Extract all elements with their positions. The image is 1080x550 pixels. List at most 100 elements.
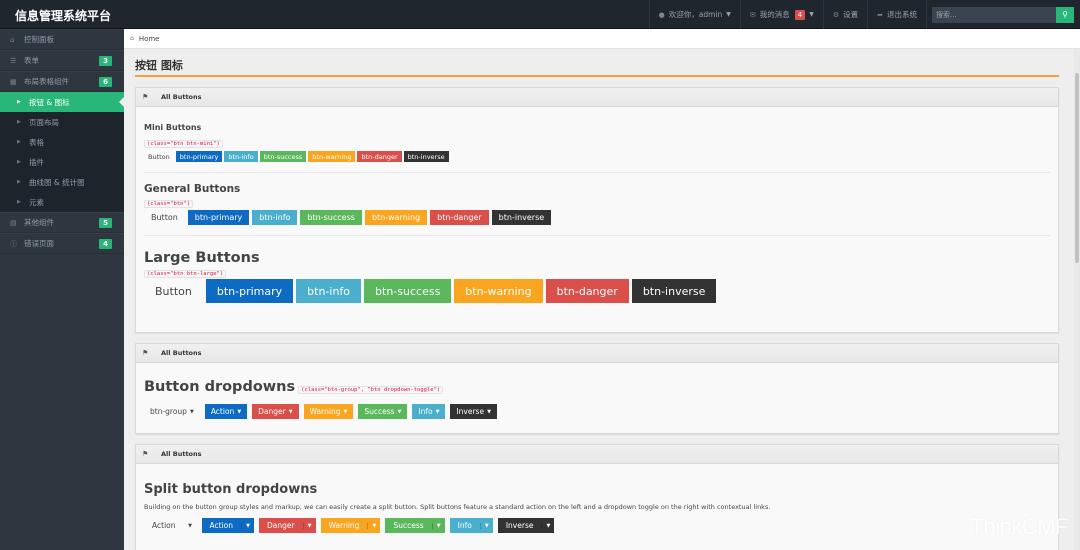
submenu-item-charts[interactable]: ▶ 曲线图 & 统计图 <box>0 172 124 192</box>
watermark-logo: ThinkCMF <box>970 514 1069 539</box>
general-default-button[interactable]: Button <box>144 210 185 225</box>
mini-info-button[interactable]: btn-info <box>224 151 258 162</box>
info-icon: ⓘ <box>10 239 17 248</box>
caret-down-icon: ▼ <box>435 408 440 415</box>
submenu-item-plugins[interactable]: ▶ 插件 <box>0 152 124 172</box>
chevron-right-icon: ▶ <box>17 119 21 125</box>
btn-group-dropdown[interactable]: btn-group ▼ <box>144 404 200 419</box>
count-badge: 3 <box>99 56 112 66</box>
sidebar-item-layout-table[interactable]: ▦ 布局表格组件 6 <box>0 71 124 92</box>
settings-link[interactable]: ⚙ 设置 <box>822 0 867 29</box>
scrollbar-thumb[interactable] <box>1075 73 1079 263</box>
split-inverse-button: Inverse ▼ <box>497 518 555 533</box>
large-info-button[interactable]: btn-info <box>296 279 362 303</box>
chevron-right-icon: ▶ <box>17 179 21 185</box>
sidebar-item-other-components[interactable]: ▤ 其他组件 5 <box>0 212 124 233</box>
home-icon: ⌂ <box>10 35 15 44</box>
general-success-button[interactable]: btn-success <box>300 210 362 225</box>
caret-down-icon: ▼ <box>237 408 242 415</box>
scrollbar[interactable] <box>1074 49 1080 550</box>
sidebar-item-dashboard[interactable]: ⌂ 控制面板 <box>0 29 124 50</box>
mini-danger-button[interactable]: btn-danger <box>357 151 402 162</box>
mini-success-button[interactable]: btn-success <box>259 151 307 162</box>
split-action[interactable]: Warning <box>321 521 368 530</box>
caret-down-icon[interactable]: ▼ <box>184 518 197 533</box>
mini-warning-button[interactable]: btn-warning <box>308 151 356 162</box>
split-warning-button: Warning ▼ <box>320 518 381 533</box>
general-buttons-row: Button btn-primary btn-info btn-success … <box>144 210 1050 225</box>
large-danger-button[interactable]: btn-danger <box>545 279 629 303</box>
caret-down-icon[interactable]: ▼ <box>367 522 380 529</box>
general-inverse-button[interactable]: btn-inverse <box>491 210 552 225</box>
sidebar-item-forms[interactable]: ☰ 表单 3 <box>0 50 124 71</box>
search-input[interactable] <box>932 6 1056 23</box>
split-action[interactable]: Action <box>202 521 242 530</box>
count-badge: 6 <box>99 77 112 87</box>
caret-down-icon[interactable]: ▼ <box>241 522 254 529</box>
dropdown-label: Success <box>364 407 395 416</box>
large-success-button[interactable]: btn-success <box>364 279 452 303</box>
split-dropdowns-description: Building on the button group styles and … <box>144 503 771 511</box>
sidebar-item-label: 其他组件 <box>24 218 54 227</box>
submenu-item-tables[interactable]: ▶ 表格 <box>0 132 124 152</box>
large-default-button[interactable]: Button <box>144 279 203 303</box>
split-action[interactable]: Inverse <box>498 521 542 530</box>
dropdown-label: Warning <box>309 407 341 416</box>
button-dropdowns-title: Button dropdowns <box>144 379 296 395</box>
action-dropdown[interactable]: Action ▼ <box>204 404 248 419</box>
bookmark-icon: ⚑ <box>142 450 149 458</box>
caret-down-icon[interactable]: ▼ <box>302 522 316 529</box>
sidebar-item-label: 错误页面 <box>24 239 54 248</box>
split-dropdowns-title: Split button dropdowns <box>144 482 318 497</box>
general-info-button[interactable]: btn-info <box>252 210 298 225</box>
logout-link[interactable]: ➦ 退出系统 <box>867 0 926 29</box>
submenu-item-elements[interactable]: ▶ 元素 <box>0 192 124 212</box>
large-inverse-button[interactable]: btn-inverse <box>631 279 717 303</box>
submenu-item-page-layout[interactable]: ▶ 页面布局 <box>0 112 124 132</box>
box-header: ⚑ All Buttons <box>136 88 1058 107</box>
brand-title[interactable]: 信息管理系统平台 <box>15 7 111 24</box>
dropdown-label: btn-group <box>150 407 187 416</box>
general-primary-button[interactable]: btn-primary <box>187 210 250 225</box>
dropdown-buttons-row: btn-group ▼ Action ▼ Danger ▼ Warning ▼ Succ… <box>144 404 1050 419</box>
general-danger-button[interactable]: btn-danger <box>430 210 489 225</box>
submenu-item-label: 表格 <box>29 137 44 147</box>
split-action[interactable]: Info <box>450 521 480 530</box>
danger-dropdown[interactable]: Danger ▼ <box>252 404 299 419</box>
caret-down-icon[interactable]: ▼ <box>541 522 554 529</box>
bookmark-icon: ⚑ <box>142 349 149 357</box>
large-primary-button[interactable]: btn-primary <box>205 279 294 303</box>
home-icon: ⌂ <box>130 35 134 42</box>
split-info-button: Info ▼ <box>449 518 493 533</box>
dropdown-label: Danger <box>258 407 286 416</box>
mini-inverse-button[interactable]: btn-inverse <box>403 151 449 162</box>
caret-down-icon[interactable]: ▼ <box>479 522 493 529</box>
all-buttons-box: ⚑ All Buttons Mini Buttons (class="btn b… <box>135 87 1059 333</box>
split-action[interactable]: Action <box>144 518 184 533</box>
dropdown-label: Inverse <box>456 407 485 416</box>
split-action[interactable]: Danger <box>259 521 303 530</box>
submenu-item-label: 插件 <box>29 157 44 167</box>
large-warning-button[interactable]: btn-warning <box>454 279 543 303</box>
gear-icon: ⚙ <box>832 10 840 19</box>
mini-default-button[interactable]: Button <box>144 151 174 162</box>
warning-dropdown[interactable]: Warning ▼ <box>303 404 354 419</box>
sidebar-item-error-pages[interactable]: ⓘ 错误页面 4 <box>0 233 124 254</box>
caret-down-icon[interactable]: ▼ <box>431 522 445 529</box>
mini-primary-button[interactable]: btn-primary <box>175 151 223 162</box>
submenu-item-buttons-icons[interactable]: ▶ 按钮 & 图标 <box>0 92 124 112</box>
inverse-dropdown[interactable]: Inverse ▼ <box>450 404 497 419</box>
messages-menu[interactable]: ✉ 我的消息 4 ▼ <box>739 0 823 29</box>
box-header: ⚑ All Buttons <box>136 344 1058 363</box>
chevron-right-icon: ▶ <box>17 99 21 105</box>
breadcrumb: ⌂ Home <box>124 29 1080 49</box>
info-dropdown[interactable]: Info ▼ <box>412 404 446 419</box>
search-button[interactable]: ⚲ <box>1056 6 1074 23</box>
file-icon: ▤ <box>10 218 17 227</box>
split-action[interactable]: Success <box>385 521 431 530</box>
chevron-down-icon: ▼ <box>726 11 731 18</box>
breadcrumb-home-link[interactable]: Home <box>139 35 160 43</box>
general-warning-button[interactable]: btn-warning <box>364 210 428 225</box>
user-menu[interactable]: ● 欢迎你，admin ▼ <box>648 0 740 29</box>
success-dropdown[interactable]: Success ▼ <box>358 404 408 419</box>
